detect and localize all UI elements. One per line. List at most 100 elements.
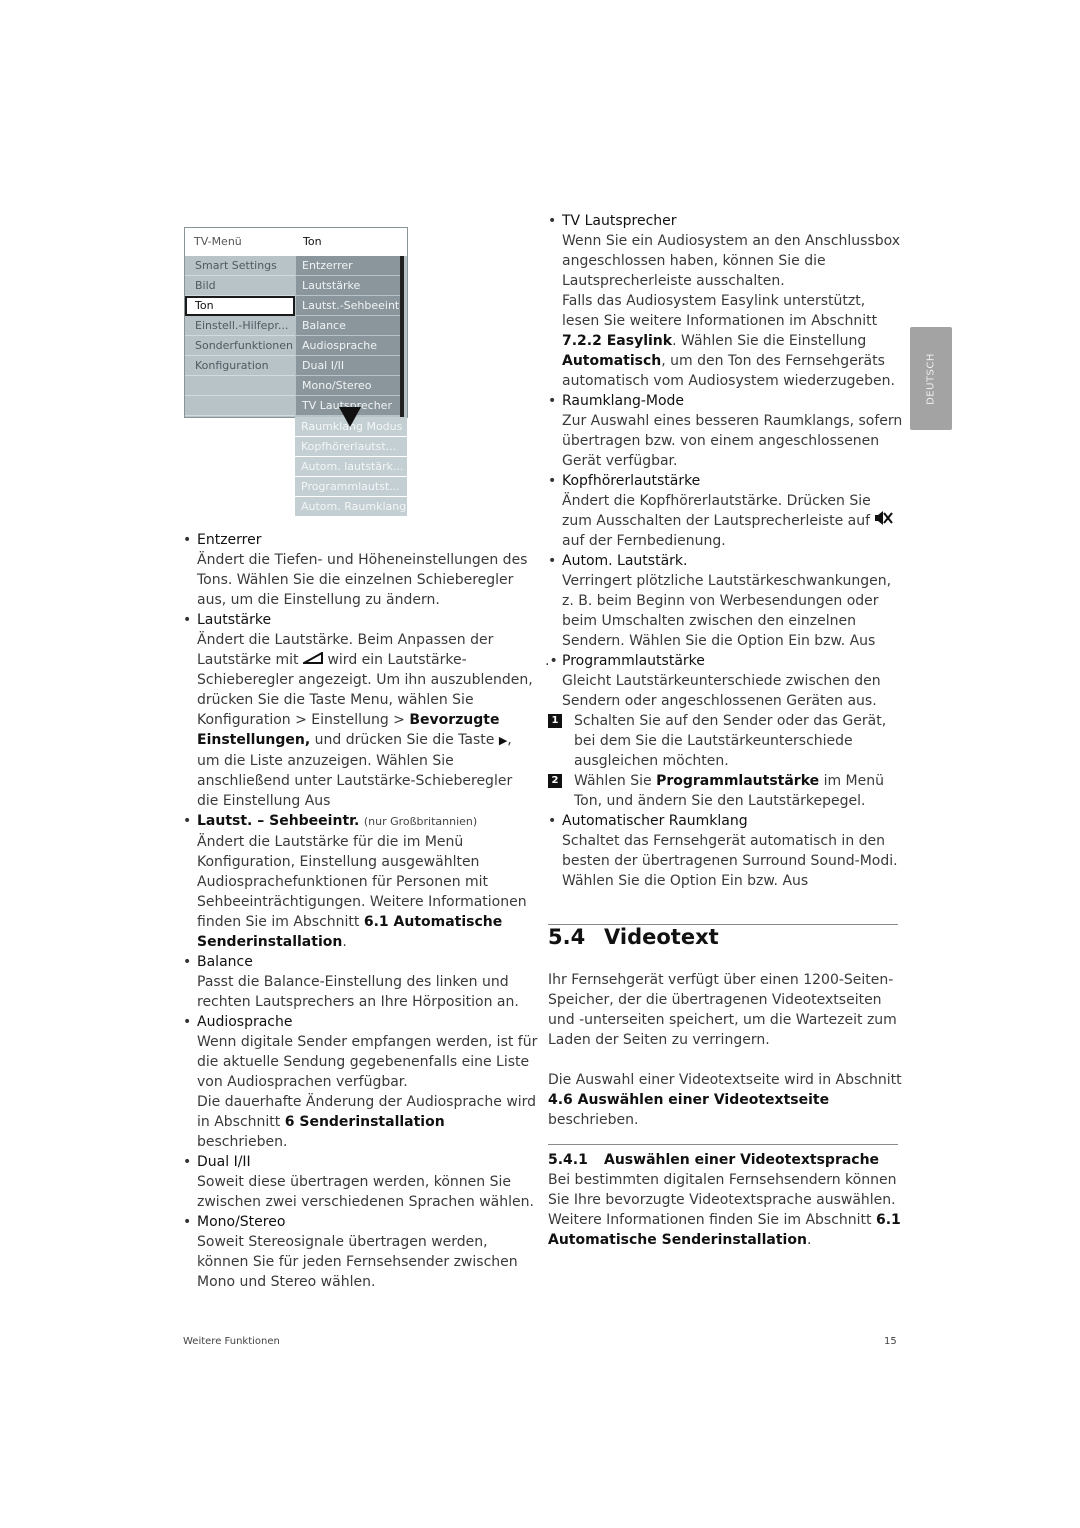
item-body: Passt die Balance-Einstellung des linken…: [197, 974, 519, 1010]
item-title: Mono/Stereo: [197, 1214, 286, 1230]
section-reference: 4.6 Auswählen einer Videotextseite: [548, 1092, 830, 1108]
item-body: Gleicht Lautstärkeunterschiede zwischen …: [562, 673, 881, 709]
step-1: 1 Schalten Sie auf den Sender oder das G…: [548, 711, 904, 771]
setting-name: Automatisch: [562, 353, 662, 369]
tv-menu-extra-item: Programmlautst...: [295, 477, 407, 497]
tv-menu-header-left: TV-Menü: [194, 235, 242, 248]
step-text: Schalten Sie auf den Sender oder das Ger…: [574, 713, 887, 769]
item-title: Audiosprache: [197, 1014, 293, 1030]
item-lautstaerke: • Lautstärke Ändert die Lautstärke. Beim…: [183, 610, 538, 811]
subsection-body: Bei bestimmten digitalen Fernsehsendern …: [548, 1170, 904, 1250]
scroll-down-arrow-icon: [339, 407, 361, 427]
item-audiosprache: • Audiosprache Wenn digitale Sender empf…: [183, 1012, 538, 1152]
text: Bei bestimmten digitalen Fernsehsendern …: [548, 1172, 897, 1228]
item-body: Soweit Stereosignale übertragen werden, …: [197, 1234, 518, 1290]
item-title: Raumklang-Mode: [562, 393, 685, 409]
item-body: Falls das Audiosystem Easylink unterstüt…: [562, 291, 904, 391]
item-entzerrer: • Entzerrer Ändert die Tiefen- und Höhen…: [183, 530, 538, 610]
item-title: Balance: [197, 954, 253, 970]
bullet-icon: •: [183, 954, 192, 970]
bullet-icon: •: [548, 813, 557, 829]
section-title: Videotext: [604, 925, 719, 949]
tv-menu-left-item: [185, 376, 295, 396]
item-body: Ändert die Lautstärke. Beim Anpassen der…: [197, 630, 538, 811]
title-text: Lautst. – Sehbeeintr.: [197, 813, 360, 829]
item-raumklang: • Raumklang-Mode Zur Auswahl eines besse…: [548, 391, 904, 471]
bullet-icon: •: [183, 612, 192, 628]
item-body: Wenn digitale Sender empfangen werden, i…: [197, 1034, 538, 1090]
item-body: Zur Auswahl eines besseren Raumklangs, s…: [562, 413, 903, 469]
text: . Wählen Sie die Einstellung: [672, 333, 867, 349]
tv-menu-right-item: Lautstärke: [296, 276, 400, 296]
text: Die Auswahl einer Videotextseite wird in…: [548, 1072, 902, 1088]
text: auf der Fernbedienung.: [562, 533, 726, 549]
step-number-badge: 1: [548, 714, 562, 728]
section-paragraph: Ihr Fernsehgerät verfügt über einen 1200…: [548, 972, 897, 1048]
tv-menu-scrollbar: [400, 256, 404, 417]
item-body: Soweit diese übertragen werden, können S…: [197, 1174, 534, 1210]
tv-menu-left-item: Konfiguration: [185, 356, 295, 376]
right-column: • TV Lautsprecher Wenn Sie ein Audiosyst…: [545, 211, 904, 891]
item-sehbeeintr: • Lautst. – Sehbeeintr. (nur Großbritann…: [183, 811, 538, 952]
tv-menu-right-item: Lautst.-Sehbeeintr.: [296, 296, 400, 316]
bullet-icon: •: [548, 393, 557, 409]
tv-menu-body: Smart Settings Bild Ton Einstell.-Hilfep…: [184, 256, 408, 418]
item-body: Verringert plötzliche Lautstärkeschwanku…: [562, 573, 892, 649]
bullet-icon: •: [183, 1014, 192, 1030]
text: beschrieben.: [197, 1134, 288, 1150]
item-body: Ändert die Lautstärke für die im Menü Ko…: [197, 832, 538, 952]
tv-menu-right-item: Audiosprache: [296, 336, 400, 356]
item-title: Autom. Lautstärk.: [562, 553, 688, 569]
subsection-title: Auswählen einer Videotextsprache: [604, 1152, 880, 1168]
step-2: 2 Wählen Sie Programmlautstärke im Menü …: [548, 771, 904, 811]
tv-menu-left-item: [185, 396, 295, 416]
section-number: 5.4: [548, 925, 586, 949]
item-title: Kopfhörerlautstärke: [562, 473, 701, 489]
text: .: [342, 934, 347, 950]
subsection-divider: [548, 1144, 898, 1145]
item-title: Lautstärke: [197, 612, 272, 628]
item-auto-raumklang: • Automatischer Raumklang Schaltet das F…: [548, 811, 904, 891]
bullet-icon: •: [183, 1154, 192, 1170]
item-programmlautstaerke: .• Programmlautstärke Gleicht Lautstärke…: [545, 651, 904, 711]
step-text: Wählen Sie: [574, 773, 652, 789]
manual-page: TV-Menü Ton Smart Settings Bild Ton Eins…: [0, 0, 1080, 1528]
item-body: Ändert die Tiefen- und Höheneinstellunge…: [197, 552, 528, 608]
item-title: Programmlautstärke: [562, 653, 705, 669]
text: Ändert die Kopfhörerlautstärke. Drücken …: [562, 493, 871, 529]
tv-menu-extra-list: Raumklang Modus Kopfhörerlautst... Autom…: [295, 417, 407, 517]
item-body: Ändert die Kopfhörerlautstärke. Drücken …: [562, 491, 904, 551]
section-heading: 5.4 Videotext: [548, 925, 719, 949]
item-mono-stereo: • Mono/Stereo Soweit Stereosignale übert…: [183, 1212, 538, 1292]
item-tv-lautsprecher: • TV Lautsprecher Wenn Sie ein Audiosyst…: [548, 211, 904, 391]
item-body: Die dauerhafte Änderung der Audiosprache…: [197, 1092, 538, 1152]
section-reference: 7.2.2 Easylink: [562, 333, 673, 349]
footer-chapter: Weitere Funktionen: [183, 1336, 280, 1347]
item-title: Automatischer Raumklang: [562, 813, 748, 829]
tv-menu-left-item-selected: Ton: [185, 296, 295, 316]
item-balance: • Balance Passt die Balance-Einstellung …: [183, 952, 538, 1012]
tv-menu-right-item: Dual I/II: [296, 356, 400, 376]
item-body: Schaltet das Fernsehgerät automatisch in…: [562, 833, 898, 889]
item-dual: • Dual I/II Soweit diese übertragen werd…: [183, 1152, 538, 1212]
item-title: Dual I/II: [197, 1154, 251, 1170]
bullet-icon: •: [183, 532, 192, 548]
bullet-icon: •: [548, 473, 557, 489]
note-text: (nur Großbritannien): [363, 815, 478, 828]
section-reference: 6 Senderinstallation: [284, 1114, 445, 1130]
item-body: Wenn Sie ein Audiosystem an den Anschlus…: [562, 233, 901, 289]
text: beschrieben.: [548, 1112, 639, 1128]
tv-menu-right-item: Entzerrer: [296, 256, 400, 276]
item-autom-lautstaerk: • Autom. Lautstärk. Verringert plötzlich…: [548, 551, 904, 651]
volume-icon: [300, 650, 324, 670]
language-tab-label: DEUTSCH: [925, 352, 937, 405]
tv-menu-header: TV-Menü Ton: [184, 227, 408, 257]
subsection: 5.4.1 Auswählen einer Videotextsprache Be…: [548, 1150, 904, 1250]
bullet-icon: •: [548, 213, 557, 229]
tv-menu-left-item: Bild: [185, 276, 295, 296]
step-bold-text: Programmlautstärke: [656, 773, 820, 789]
tv-menu-right-item: Mono/Stereo: [296, 376, 400, 396]
mute-icon: [874, 511, 893, 531]
tv-menu-header-right: Ton: [303, 235, 322, 248]
item-title: TV Lautsprecher: [562, 213, 677, 229]
